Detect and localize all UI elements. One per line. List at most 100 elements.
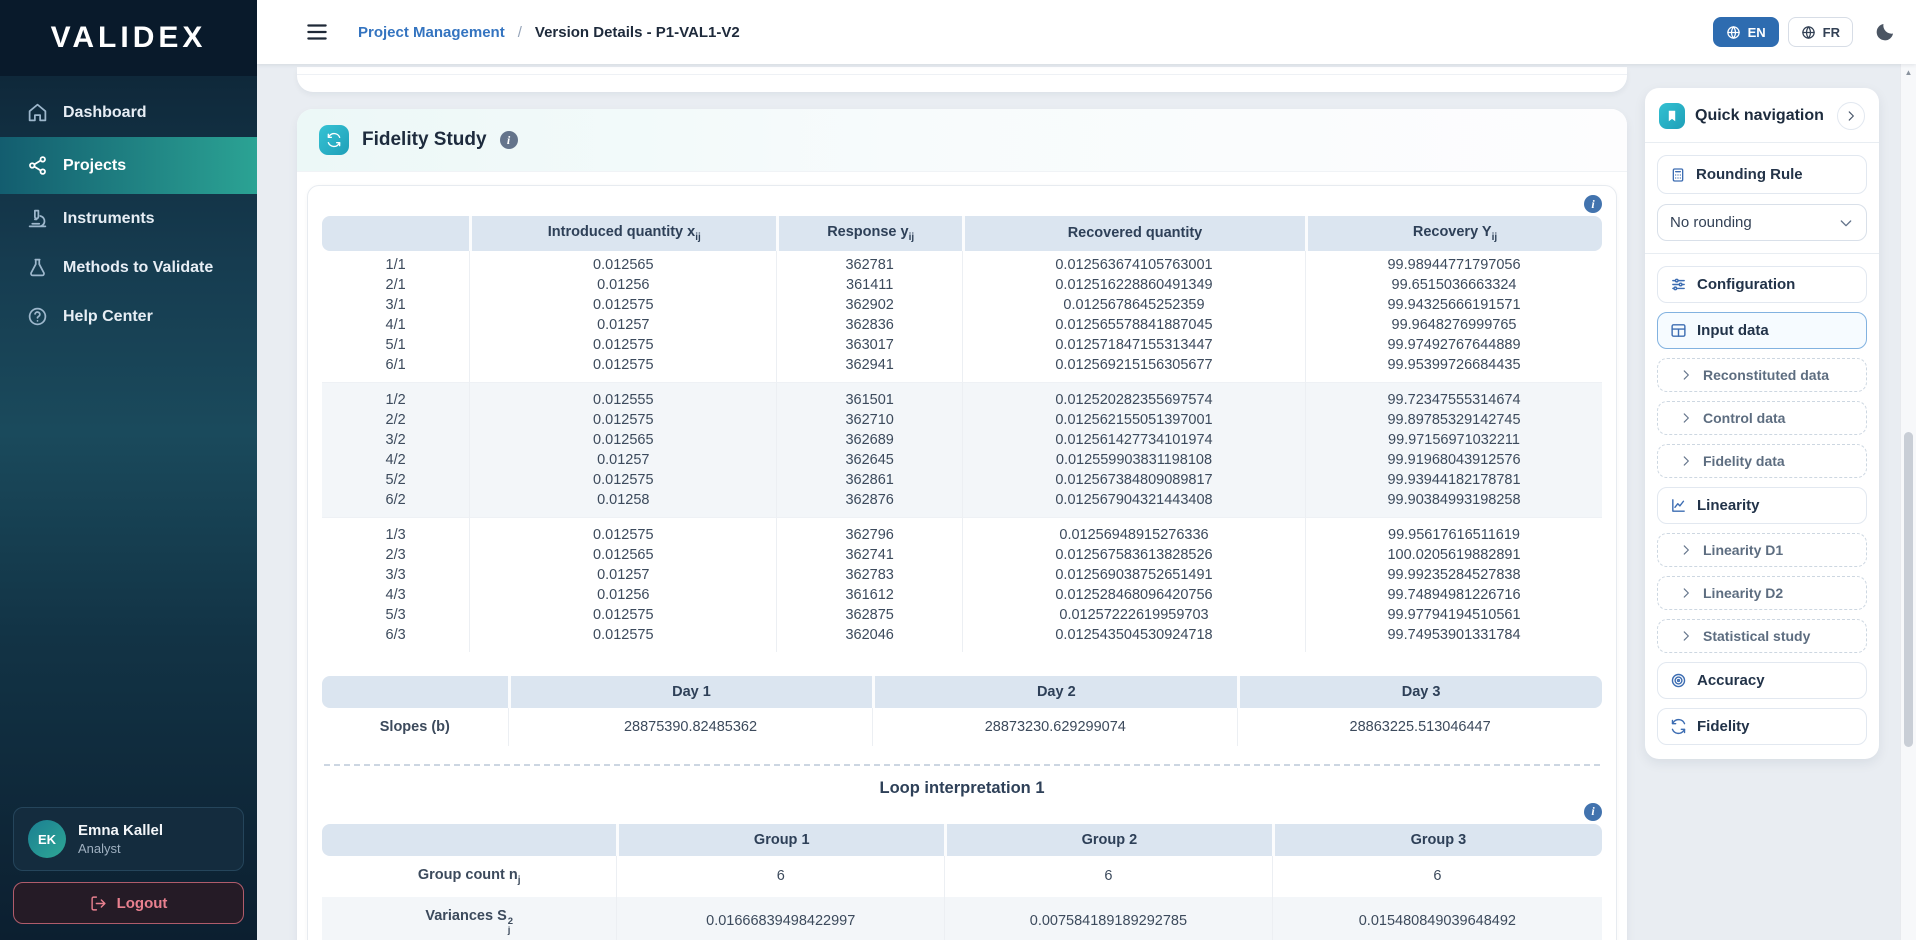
quicknav-item-input-data[interactable]: Input data — [1657, 312, 1867, 349]
quicknav-item-reconstituted-data[interactable]: Reconstituted data — [1657, 358, 1867, 392]
section-info-icon[interactable]: i — [500, 131, 518, 149]
rounding-rule-card: Rounding Rule — [1657, 155, 1867, 194]
sidebar-item-label: Help Center — [63, 308, 153, 326]
rounding-rule-select[interactable]: No rounding — [1657, 204, 1867, 241]
quicknav-item-fidelity-data[interactable]: Fidelity data — [1657, 444, 1867, 478]
cell: 99.94325666191571 — [1305, 295, 1602, 315]
sliders-icon — [1670, 276, 1687, 293]
cell: 0.012571847155313447 — [962, 335, 1305, 355]
quicknav-item-fidelity[interactable]: Fidelity — [1657, 708, 1867, 745]
table-info-icon[interactable]: i — [1584, 195, 1602, 213]
quicknav-item-configuration[interactable]: Configuration — [1657, 266, 1867, 303]
sidebar-item-methods-to-validate[interactable]: Methods to Validate — [0, 243, 257, 292]
panel-collapse-button[interactable] — [1837, 102, 1865, 130]
loop-info-row: i — [322, 798, 1602, 824]
cell: 362645 — [776, 450, 962, 470]
cell: 362836 — [776, 315, 962, 335]
breadcrumb-link-project-management[interactable]: Project Management — [358, 24, 505, 41]
section-title: Fidelity Study — [362, 129, 487, 151]
sidebar-item-dashboard[interactable]: Dashboard — [0, 88, 257, 137]
fidelity-study-header: Fidelity Study i — [297, 109, 1627, 172]
cell: 0.012575 — [469, 410, 776, 430]
cell: 99.72347555314674 — [1305, 382, 1602, 410]
menu-toggle-button[interactable] — [304, 19, 330, 45]
column-header: Day 1 — [508, 676, 873, 708]
app-root: VALIDEX DashboardProjectsInstrumentsMeth… — [0, 0, 1916, 940]
loop-interpretation-title: Loop interpretation 1 — [322, 779, 1602, 798]
target-icon — [1670, 672, 1687, 689]
globe-icon — [1726, 25, 1741, 40]
cell: 99.98944771797056 — [1305, 251, 1602, 275]
cell: 6 — [944, 856, 1272, 897]
cell: 0.012567904321443408 — [962, 490, 1305, 517]
logout-button[interactable]: Logout — [13, 882, 244, 924]
row-label: 6/3 — [322, 625, 469, 652]
cell: 362876 — [776, 490, 962, 517]
scrollbar[interactable]: ▲ — [1900, 64, 1916, 940]
user-name: Emna Kallel — [78, 822, 163, 839]
breadcrumb-separator: / — [518, 24, 522, 41]
quicknav-item-label: Linearity — [1697, 497, 1760, 514]
quicknav-item-linearity-d2[interactable]: Linearity D2 — [1657, 576, 1867, 610]
table-group-1: 1/10.0125653627810.01256367410576300199.… — [322, 251, 1602, 382]
quicknav-item-label: Accuracy — [1697, 672, 1765, 689]
cell: 0.012520282355697574 — [962, 382, 1305, 410]
cell: 0.0125678645252359 — [962, 295, 1305, 315]
flask-icon — [27, 257, 48, 278]
sidebar-item-help-center[interactable]: Help Center — [0, 292, 257, 341]
cell: 362796 — [776, 517, 962, 545]
table-row: Variances S2j0.016668394984229970.007584… — [322, 897, 1602, 940]
cell: 0.012559903831198108 — [962, 450, 1305, 470]
table-row: 4/30.012563616120.01252846809642075699.7… — [322, 585, 1602, 605]
user-card[interactable]: EK Emna Kallel Analyst — [13, 807, 244, 871]
column-header: Introduced quantity xij — [469, 216, 776, 251]
scrollbar-thumb[interactable] — [1904, 432, 1913, 747]
globe-icon — [1801, 25, 1816, 40]
column-header — [322, 824, 616, 856]
table-group-2: 1/20.0125553615010.01252028235569757499.… — [322, 382, 1602, 517]
row-label: 3/2 — [322, 430, 469, 450]
row-label: 2/3 — [322, 545, 469, 565]
user-role: Analyst — [78, 841, 163, 856]
sidebar-item-label: Dashboard — [63, 104, 147, 122]
cell: 0.007584189189292785 — [944, 897, 1272, 940]
sidebar-item-label: Instruments — [63, 210, 155, 228]
dark-mode-toggle[interactable] — [1873, 21, 1896, 44]
column-header — [322, 216, 469, 251]
sidebar-item-label: Methods to Validate — [63, 259, 213, 277]
quicknav-item-accuracy[interactable]: Accuracy — [1657, 662, 1867, 699]
divider — [297, 74, 1627, 75]
sidebar-footer: EK Emna Kallel Analyst Logout — [0, 807, 257, 940]
refresh-icon — [1670, 718, 1687, 735]
loop-info-icon[interactable]: i — [1584, 803, 1602, 821]
table-row: 6/10.0125753629410.01256921515630567799.… — [322, 355, 1602, 382]
column-header — [322, 676, 508, 708]
row-label: 5/3 — [322, 605, 469, 625]
table-row: 2/20.0125753627100.01256215505139700199.… — [322, 410, 1602, 430]
cell: 362783 — [776, 565, 962, 585]
scrollbar-up-arrow[interactable]: ▲ — [1901, 64, 1916, 80]
quick-navigation-title: Quick navigation — [1695, 107, 1827, 125]
avatar: EK — [28, 820, 66, 858]
table-icon — [1670, 322, 1687, 339]
sidebar-item-instruments[interactable]: Instruments — [0, 194, 257, 243]
column-header: Day 3 — [1237, 676, 1602, 708]
cell: 0.012543504530924718 — [962, 625, 1305, 652]
column-header: Group 2 — [944, 824, 1272, 856]
language-button-fr[interactable]: FR — [1788, 17, 1853, 47]
language-label: FR — [1823, 25, 1840, 40]
breadcrumb: Project Management / Version Details - P… — [358, 24, 740, 41]
header-row: Day 1Day 2Day 3 — [322, 676, 1602, 708]
cell: 0.012575 — [469, 605, 776, 625]
cell: 362741 — [776, 545, 962, 565]
language-button-en[interactable]: EN — [1713, 17, 1779, 47]
quicknav-item-statistical-study[interactable]: Statistical study — [1657, 619, 1867, 653]
chevron-right-icon — [1679, 454, 1693, 468]
quicknav-item-linearity-d1[interactable]: Linearity D1 — [1657, 533, 1867, 567]
header-row: Group 1Group 2Group 3 — [322, 824, 1602, 856]
quicknav-item-control-data[interactable]: Control data — [1657, 401, 1867, 435]
sidebar-item-projects[interactable]: Projects — [0, 137, 257, 194]
quicknav-item-linearity[interactable]: Linearity — [1657, 487, 1867, 524]
table-row: Slopes (b)28875390.8248536228873230.6292… — [322, 708, 1602, 746]
previous-section-card-bottom — [297, 67, 1627, 92]
